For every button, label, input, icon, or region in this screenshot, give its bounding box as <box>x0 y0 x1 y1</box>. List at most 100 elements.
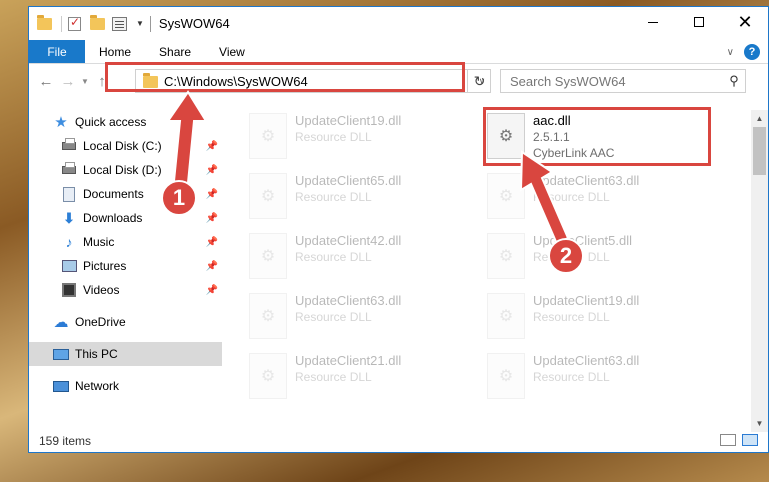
pin-icon[interactable]: 📌 <box>206 237 218 248</box>
file-type: Resource DLL <box>533 310 610 324</box>
sidebar-item-onedrive[interactable]: ☁ OneDrive <box>29 310 222 334</box>
search-icon[interactable]: ⚲ <box>723 73 745 89</box>
callout-2: 2 <box>548 238 584 274</box>
scrollbar-thumb[interactable] <box>753 127 766 175</box>
tab-file[interactable]: File <box>29 40 85 63</box>
window-title: SysWOW64 <box>158 16 230 31</box>
minimize-icon <box>648 21 658 23</box>
new-folder-icon[interactable] <box>90 14 106 32</box>
list-item[interactable]: ⚙ UpdateClient19.dll Resource DLL <box>249 111 469 167</box>
sidebar-item-label: Videos <box>83 283 120 297</box>
customize-toolbar-dropdown-icon[interactable]: ▼ <box>136 19 144 28</box>
list-item[interactable]: ⚙ UpdateClient42.dll Resource DLL <box>249 231 469 287</box>
documents-icon <box>61 186 77 202</box>
file-type: Resource DLL <box>295 370 372 384</box>
dll-file-icon: ⚙ <box>487 173 525 219</box>
sidebar-item-label: Documents <box>83 187 144 201</box>
address-bar-highlight <box>105 62 465 92</box>
sidebar-item-label: Local Disk (C:) <box>83 139 162 153</box>
list-item[interactable]: ⚙ UpdateClient63.dll Resource DLL <box>249 291 469 347</box>
divider <box>61 15 62 32</box>
sidebar-item-local-disk-d[interactable]: Local Disk (D:) 📌 <box>29 158 222 182</box>
list-item[interactable]: ⚙ UpdateClient63.dll Resource DLL <box>487 351 707 407</box>
ribbon-right-controls: ∨ ? <box>727 44 760 60</box>
tab-home[interactable]: Home <box>85 40 145 63</box>
sidebar-item-label: Music <box>83 235 115 249</box>
list-item[interactable]: ⚙ UpdateClient63.dll Resource DLL <box>487 171 707 227</box>
scroll-up-icon[interactable]: ▲ <box>751 110 768 127</box>
file-type: Resource DLL <box>295 250 372 264</box>
list-item[interactable]: ⚙ UpdateClient21.dll Resource DLL <box>249 351 469 407</box>
star-icon: ★ <box>54 114 68 131</box>
sidebar-item-label: Network <box>75 379 120 393</box>
search-box[interactable]: Search SysWOW64 ⚲ <box>500 69 746 93</box>
callout-1: 1 <box>161 180 197 216</box>
maximize-button[interactable] <box>676 7 722 37</box>
pin-icon[interactable]: 📌 <box>206 285 218 296</box>
sidebar-item-pictures[interactable]: Pictures 📌 <box>29 254 222 278</box>
dll-file-icon: ⚙ <box>487 353 525 399</box>
ribbon-tabs: File Home Share View ∨ ? <box>29 40 768 64</box>
dll-file-icon: ⚙ <box>487 233 525 279</box>
properties-icon[interactable] <box>112 16 128 32</box>
sidebar-item-videos[interactable]: Videos 📌 <box>29 278 222 302</box>
tab-share[interactable]: Share <box>145 40 205 63</box>
list-item[interactable]: ⚙ UpdateClient5.dllResource DLL <box>487 231 707 287</box>
maximize-icon <box>694 17 704 27</box>
file-name: UpdateClient19.dll <box>295 113 402 128</box>
sidebar-item-label: Quick access <box>75 115 147 129</box>
properties-check-icon[interactable] <box>68 15 84 32</box>
file-type: Resource DLL <box>295 310 372 324</box>
file-type: Resource DLL <box>533 370 610 384</box>
recent-locations-dropdown-icon[interactable]: ▼ <box>79 77 91 86</box>
list-item[interactable]: ⚙ UpdateClient19.dll Resource DLL <box>487 291 707 347</box>
sidebar-item-label: OneDrive <box>75 315 126 329</box>
pin-icon[interactable]: 📌 <box>206 189 218 200</box>
pin-icon[interactable]: 📌 <box>206 141 218 152</box>
refresh-button[interactable]: ↻ <box>467 69 491 93</box>
music-icon: ♪ <box>65 234 73 250</box>
pictures-icon <box>61 258 77 274</box>
forward-arrow-icon[interactable]: → <box>57 73 79 90</box>
help-icon[interactable]: ? <box>744 44 760 60</box>
refresh-icon: ↻ <box>473 72 486 89</box>
file-name: UpdateClient63.dll <box>295 293 402 308</box>
vertical-scrollbar[interactable]: ▲ ▼ <box>751 110 768 432</box>
sidebar-item-this-pc[interactable]: This PC <box>29 342 222 366</box>
folder-icon[interactable] <box>37 14 53 32</box>
sidebar-item-quick-access[interactable]: ★ Quick access <box>29 110 222 134</box>
back-arrow-icon[interactable]: ← <box>35 73 57 90</box>
details-view-icon[interactable] <box>720 434 736 446</box>
tiles-view-icon[interactable] <box>742 434 758 446</box>
file-name: UpdateClient19.dll <box>533 293 640 308</box>
pin-icon[interactable]: 📌 <box>206 165 218 176</box>
quick-access-toolbar: ▼ SysWOW64 <box>37 14 230 32</box>
tab-view[interactable]: View <box>205 40 259 63</box>
onedrive-icon: ☁ <box>53 314 69 331</box>
search-input[interactable]: Search SysWOW64 <box>510 74 723 89</box>
expand-ribbon-chevron-icon[interactable]: ∨ <box>727 47 734 58</box>
network-icon <box>53 378 69 394</box>
divider <box>149 15 151 32</box>
sidebar-item-label: This PC <box>75 347 118 361</box>
dll-file-icon: ⚙ <box>249 353 287 399</box>
close-button[interactable]: ✕ <box>722 7 768 37</box>
status-bar: 159 items <box>29 430 768 452</box>
sidebar-item-network[interactable]: Network <box>29 374 222 398</box>
pin-icon[interactable]: 📌 <box>206 261 218 272</box>
pin-icon[interactable]: 📌 <box>206 213 218 224</box>
dll-file-icon: ⚙ <box>249 113 287 159</box>
window-controls: ✕ <box>630 7 768 37</box>
sidebar-item-label: Local Disk (D:) <box>83 163 162 177</box>
sidebar-item-downloads[interactable]: ⬇ Downloads 📌 <box>29 206 222 230</box>
file-type: Resource DLL <box>295 130 372 144</box>
dll-file-icon: ⚙ <box>249 173 287 219</box>
sidebar-item-local-disk-c[interactable]: Local Disk (C:) 📌 <box>29 134 222 158</box>
close-icon: ✕ <box>737 12 753 32</box>
minimize-button[interactable] <box>630 7 676 37</box>
navigation-pane: ★ Quick access Local Disk (C:) 📌 Local D… <box>29 110 222 420</box>
sidebar-item-music[interactable]: ♪ Music 📌 <box>29 230 222 254</box>
dll-file-icon: ⚙ <box>487 293 525 339</box>
list-item[interactable]: ⚙ UpdateClient65.dll Resource DLL <box>249 171 469 227</box>
this-pc-icon <box>53 346 69 362</box>
